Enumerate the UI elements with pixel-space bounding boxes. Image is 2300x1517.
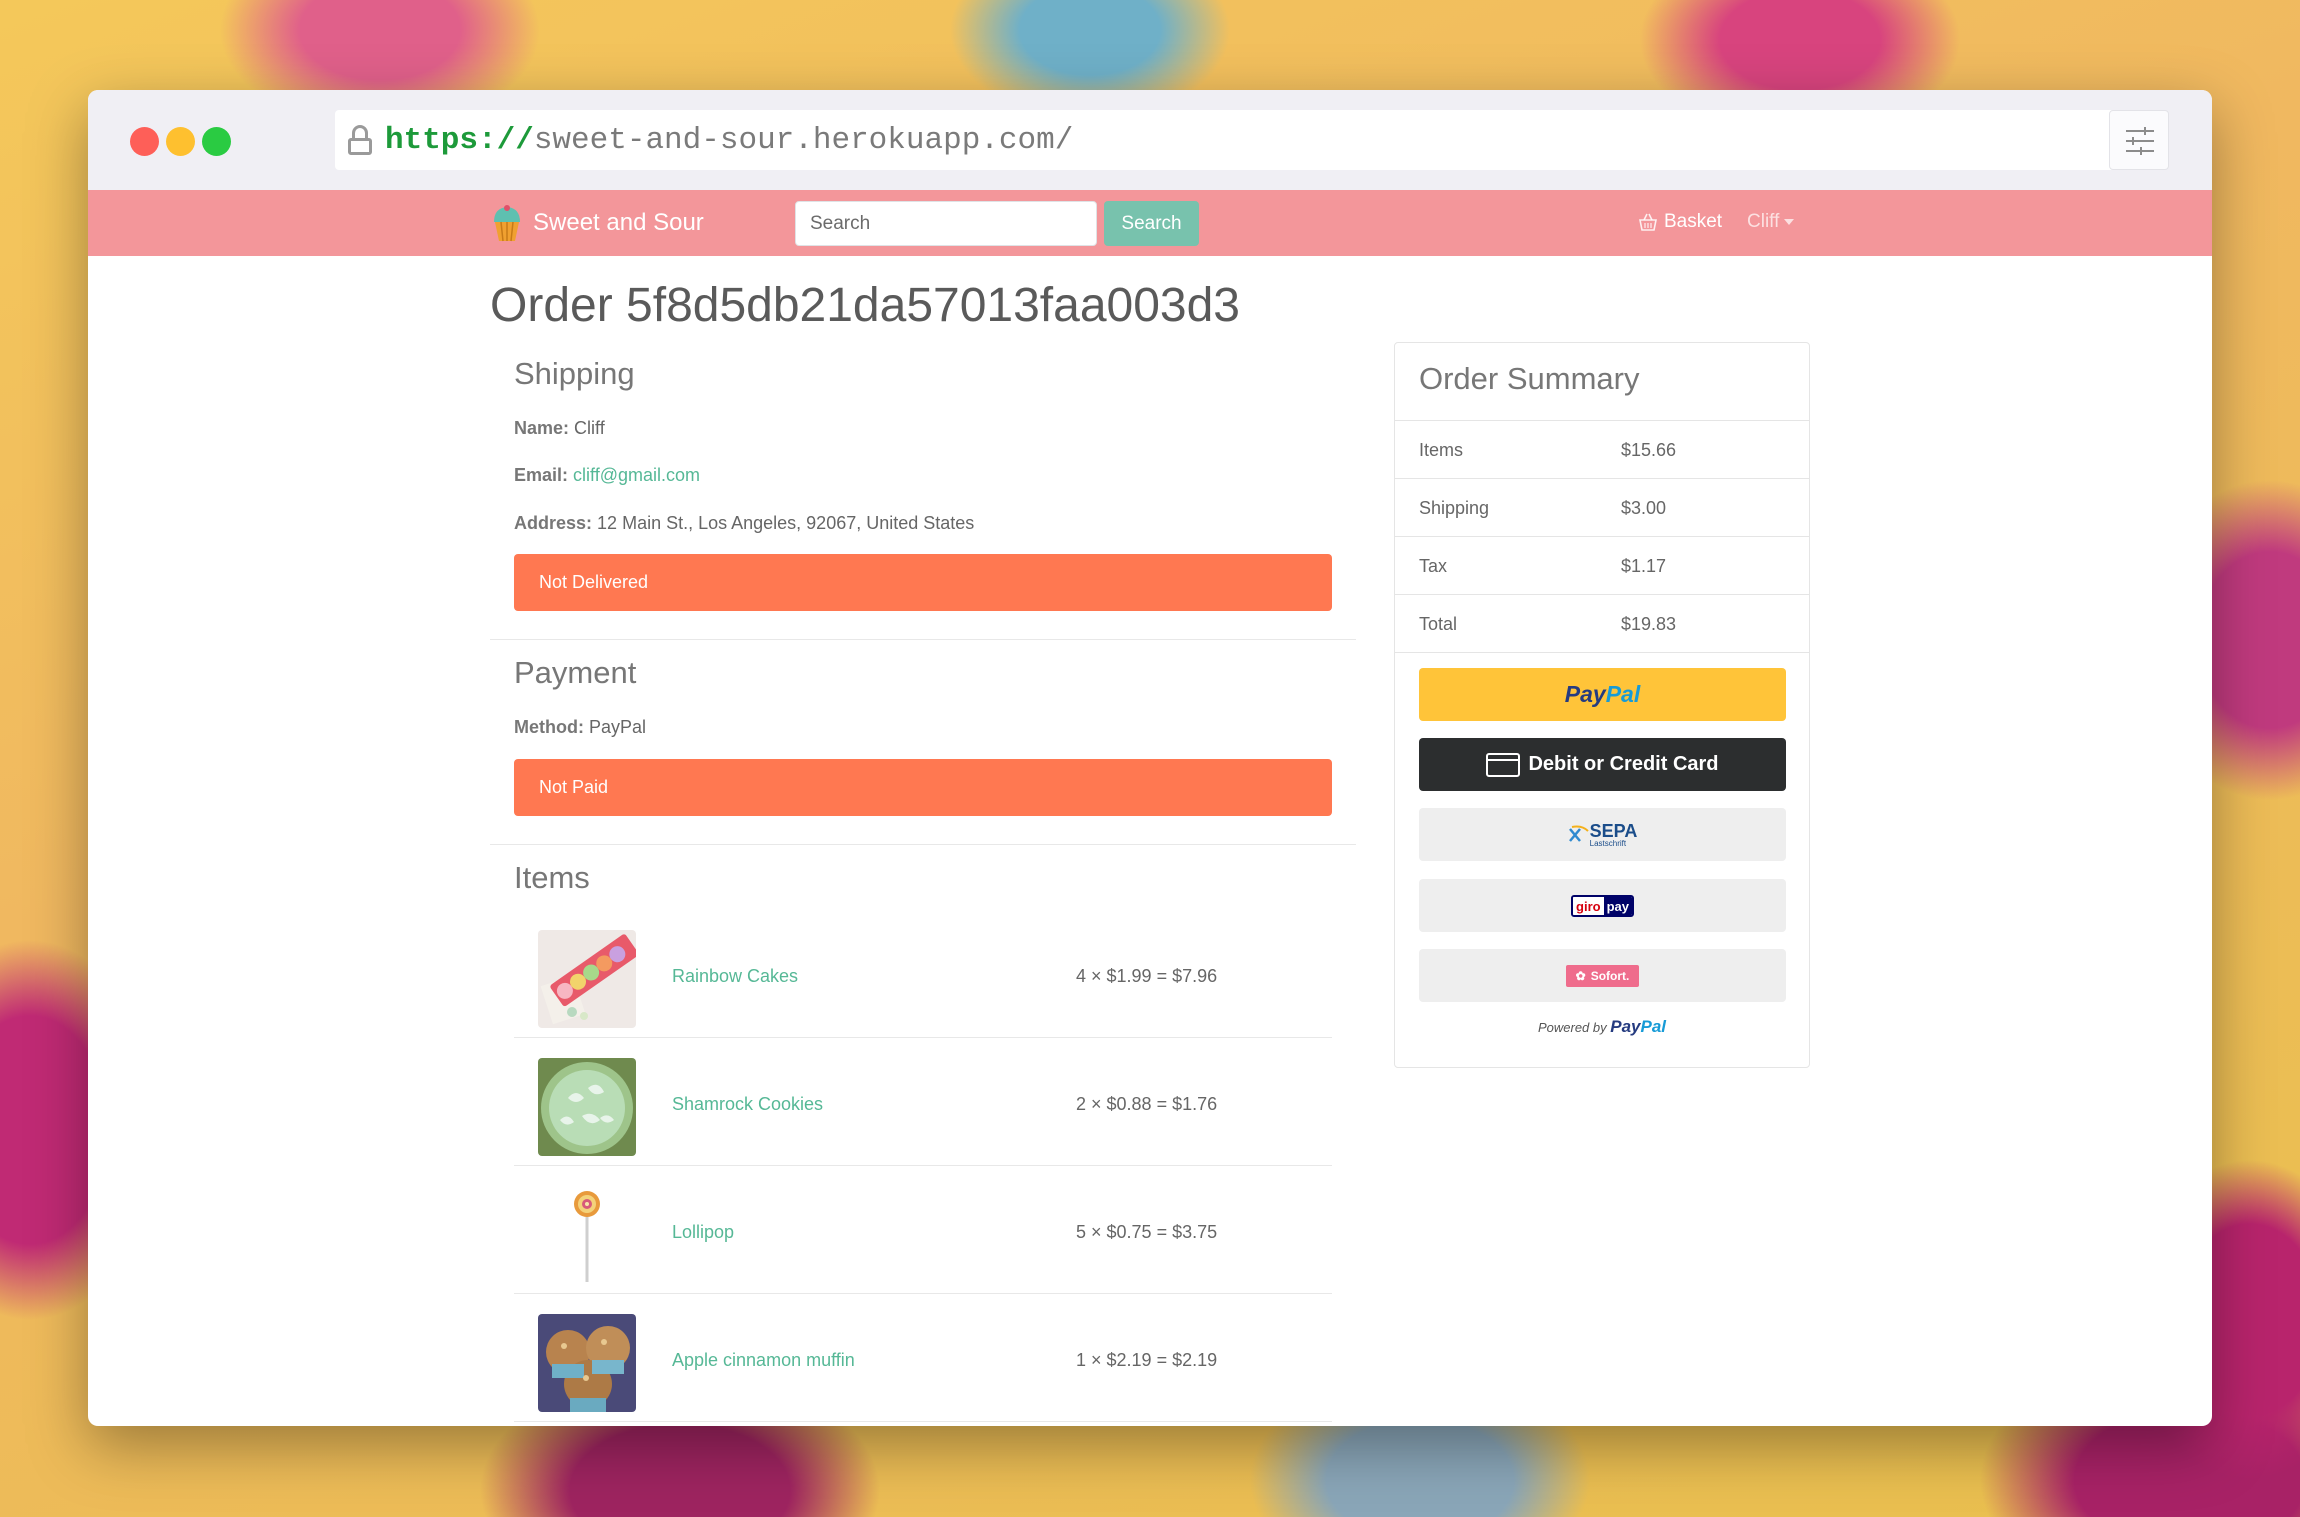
summary-value: $3.00 (1621, 498, 1667, 518)
items-heading: Items (514, 860, 590, 895)
summary-row-items: Items $15.66 (1395, 420, 1809, 478)
address-bar[interactable]: https://sweet-and-sour.herokuapp.com/ (335, 110, 2121, 170)
address-label: Address: (514, 513, 593, 533)
list-item: Lollipop 5 × $0.75 = $3.75 (514, 1166, 1332, 1294)
shipping-address: Address: 12 Main St., Los Angeles, 92067… (514, 513, 974, 534)
basket-link[interactable]: Basket (1638, 211, 1722, 233)
cupcake-icon (494, 205, 520, 242)
shipping-heading: Shipping (514, 356, 635, 391)
order-summary-card: Order Summary Items $15.66 Shipping $3.0… (1394, 342, 1810, 1068)
list-item: Apple cinnamon muffin 1 × $2.19 = $2.19 (514, 1294, 1332, 1422)
basket-label: Basket (1664, 211, 1723, 232)
shipping-name: Name: Cliff (514, 418, 605, 439)
payment-heading: Payment (514, 655, 637, 690)
paypal-logo-small: PayPal (1610, 1017, 1667, 1036)
url-protocol: https:// (385, 122, 534, 158)
url-text: https://sweet-and-sour.herokuapp.com/ (385, 123, 1073, 158)
basket-icon (1639, 213, 1657, 231)
item-link[interactable]: Rainbow Cakes (672, 966, 798, 987)
debit-credit-card-button[interactable]: Debit or Credit Card (1419, 738, 1786, 791)
credit-card-icon (1486, 752, 1521, 777)
search-button[interactable]: Search (1104, 201, 1199, 246)
chevron-down-icon (1784, 219, 1795, 225)
summary-value: $1.17 (1621, 556, 1667, 576)
summary-row-tax: Tax $1.17 (1395, 536, 1809, 594)
browser-window: https://sweet-and-sour.herokuapp.com/ Sw… (88, 90, 2212, 1426)
giropay-logo: giro pay (1571, 894, 1634, 917)
shipping-email: Email: cliff@gmail.com (514, 465, 700, 486)
item-subtotal: 2 × $0.88 = $1.76 (1076, 1094, 1218, 1114)
minimize-window-button[interactable] (166, 127, 195, 156)
list-item: Shamrock Cookies 2 × $0.88 = $1.76 (514, 1038, 1332, 1166)
divider (490, 639, 1356, 640)
name-label: Name: (514, 418, 570, 438)
payment-status-alert: Not Paid (514, 759, 1332, 816)
divider (490, 844, 1356, 845)
list-item: Rainbow Cakes 4 × $1.99 = $7.96 (514, 910, 1332, 1038)
browser-chrome: https://sweet-and-sour.herokuapp.com/ (88, 90, 2212, 190)
brand-link[interactable]: Sweet and Sour (491, 204, 704, 242)
name-value: Cliff (574, 418, 605, 438)
method-value: PayPal (589, 717, 647, 737)
url-host: sweet-and-sour.herokuapp.com/ (533, 122, 1074, 158)
order-summary-heading: Order Summary (1419, 361, 1640, 396)
sepa-logo: SEPA Lastschrift (1568, 822, 1637, 848)
summary-row-total: Total $19.83 (1395, 594, 1809, 652)
item-link[interactable]: Lollipop (672, 1222, 734, 1243)
close-window-button[interactable] (130, 127, 159, 156)
email-label: Email: (514, 465, 569, 485)
summary-value: $15.66 (1621, 440, 1677, 460)
summary-label: Shipping (1419, 498, 1490, 518)
card-button-label: Debit or Credit Card (1528, 753, 1719, 775)
summary-label: Total (1419, 614, 1458, 634)
main-content: Order 5f8d5db21da57013faa003d3 Shipping … (88, 256, 2212, 1426)
item-subtotal: 4 × $1.99 = $7.96 (1076, 966, 1218, 986)
address-value: 12 Main St., Los Angeles, 92067, United … (597, 513, 975, 533)
sofort-button[interactable]: ✿ Sofort. (1419, 949, 1786, 1002)
delivery-status-alert: Not Delivered (514, 554, 1332, 611)
email-link[interactable]: cliff@gmail.com (573, 465, 700, 485)
giropay-button[interactable]: giro pay (1419, 879, 1786, 932)
sepa-button[interactable]: SEPA Lastschrift (1419, 808, 1786, 861)
navbar: Sweet and Sour Search Basket Cliff (88, 190, 2212, 256)
method-label: Method: (514, 717, 584, 737)
rainbow-cakes-image (538, 930, 636, 1028)
maximize-window-button[interactable] (202, 127, 231, 156)
lock-icon (347, 125, 373, 155)
summary-row-shipping: Shipping $3.00 (1395, 478, 1809, 536)
powered-by-paypal: Powered by PayPal (1537, 1017, 1667, 1036)
user-name: Cliff (1747, 211, 1780, 232)
item-link[interactable]: Apple cinnamon muffin (672, 1350, 855, 1371)
search-input[interactable] (795, 201, 1097, 246)
item-subtotal: 1 × $2.19 = $2.19 (1076, 1350, 1218, 1370)
user-dropdown[interactable]: Cliff (1747, 211, 1795, 233)
lollipop-image (538, 1186, 636, 1284)
payment-method: Method: PayPal (514, 717, 646, 738)
settings-sliders-icon[interactable] (2109, 110, 2169, 170)
item-link[interactable]: Shamrock Cookies (672, 1094, 823, 1115)
apple-cinnamon-muffin-image (538, 1314, 636, 1412)
summary-value: $19.83 (1621, 614, 1677, 634)
divider (1395, 652, 1809, 653)
brand-name: Sweet and Sour (533, 209, 704, 236)
page-title: Order 5f8d5db21da57013faa003d3 (490, 279, 1240, 332)
paypal-button[interactable]: PayPal (1419, 668, 1786, 721)
paypal-logo: PayPal (1564, 681, 1641, 707)
item-subtotal: 5 × $0.75 = $3.75 (1076, 1222, 1218, 1242)
summary-label: Items (1419, 440, 1464, 460)
sofort-logo: ✿ Sofort. (1565, 964, 1640, 987)
shamrock-cookies-image (538, 1058, 636, 1156)
summary-label: Tax (1419, 556, 1448, 576)
